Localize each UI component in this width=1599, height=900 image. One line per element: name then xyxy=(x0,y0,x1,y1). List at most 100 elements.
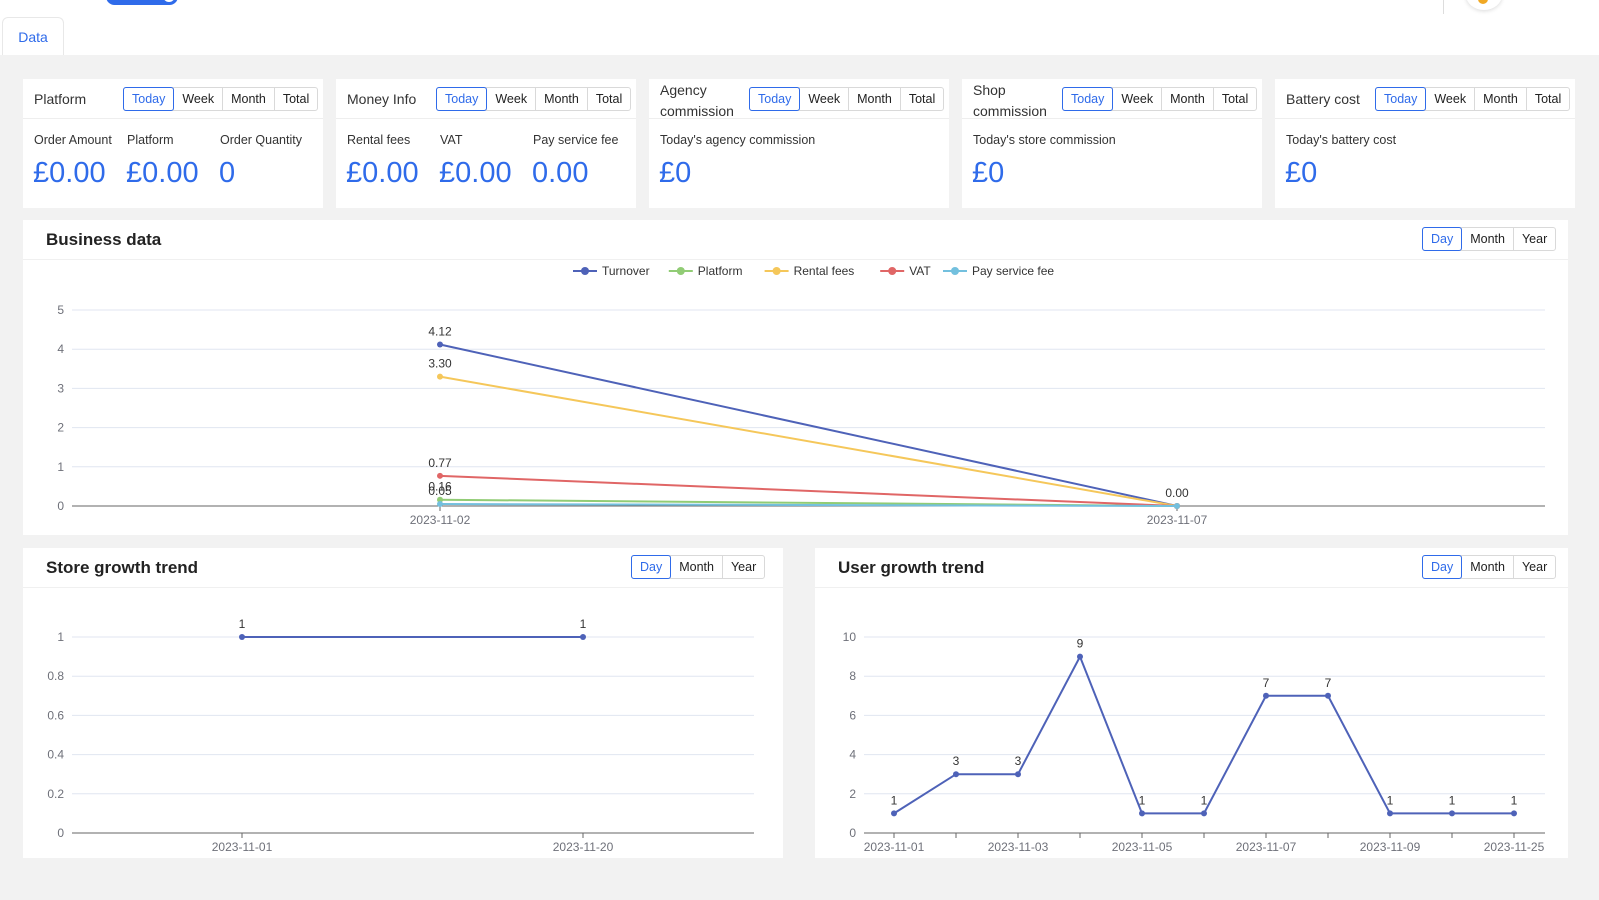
data-label: 1 xyxy=(580,617,587,631)
x-tick-label: 2023-11-03 xyxy=(988,840,1049,854)
data-point[interactable] xyxy=(1015,771,1021,778)
card-header: Battery cost Today Week Month Total xyxy=(1275,79,1575,119)
avatar[interactable] xyxy=(1466,0,1502,10)
data-label: 9 xyxy=(1077,637,1084,651)
summary-card: Shop commission Today Week Month Total Today'… xyxy=(962,79,1262,208)
x-tick-label: 2023-11-01 xyxy=(212,840,273,854)
stat-value: £0.00 xyxy=(346,157,419,189)
chart-panel: Business data Day Month Year 0 1 2 3 4 5 2023-11-0… xyxy=(23,220,1568,535)
legend-marker-icon xyxy=(581,267,589,275)
card-header: Money Info Today Week Month Total xyxy=(336,79,636,119)
x-tick-label: 2023-11-25 xyxy=(1484,840,1545,854)
data-point[interactable] xyxy=(1174,503,1180,509)
data-label: 3 xyxy=(1015,754,1022,768)
period-option-today[interactable]: Today xyxy=(435,87,488,111)
period-option-today[interactable]: Today xyxy=(748,87,801,111)
legend-label: VAT xyxy=(909,264,931,278)
period-option-total[interactable]: Total xyxy=(1212,88,1256,110)
legend-label: Turnover xyxy=(602,264,650,278)
legend-label: Pay service fee xyxy=(972,264,1054,278)
data-label: 3 xyxy=(953,754,960,768)
stat-value: £0.00 xyxy=(33,157,106,189)
period-option-month[interactable]: Month xyxy=(222,88,274,110)
period-option-month[interactable]: Month xyxy=(1161,88,1213,110)
data-point[interactable] xyxy=(1201,810,1207,817)
data-point[interactable] xyxy=(1077,653,1083,660)
legend-item[interactable]: Rental fees xyxy=(764,264,855,278)
series-line xyxy=(893,654,1514,815)
period-option-today[interactable]: Today xyxy=(1061,87,1114,111)
y-tick-label: 2 xyxy=(57,421,64,435)
line-chart: 0 2 4 6 8 10 2023-11-01 2023-11-03 2023-11-05 202… xyxy=(843,630,1545,854)
period-option-total[interactable]: Total xyxy=(586,88,630,110)
data-point[interactable] xyxy=(580,634,586,640)
data-label: 0.05 xyxy=(428,484,452,498)
period-option-week[interactable]: Week xyxy=(1425,88,1474,110)
period-option-today[interactable]: Today xyxy=(122,87,175,111)
series-line xyxy=(439,375,1178,507)
period-option-week[interactable]: Week xyxy=(799,88,848,110)
y-tick-label: 4 xyxy=(57,342,64,356)
period-selector: Today Week Month Total xyxy=(748,87,945,111)
data-point[interactable] xyxy=(437,501,443,508)
series-line xyxy=(439,343,1178,507)
data-point[interactable] xyxy=(1387,810,1393,817)
period-option-today[interactable]: Today xyxy=(1374,87,1427,111)
y-tick-label: 0 xyxy=(57,499,64,513)
data-point[interactable] xyxy=(1263,692,1269,699)
period-option-total[interactable]: Total xyxy=(273,88,317,110)
summary-card: Agency commission Today Week Month Total Toda… xyxy=(649,79,949,208)
period-option-total[interactable]: Total xyxy=(899,88,943,110)
data-point[interactable] xyxy=(239,634,245,640)
tab-data[interactable]: Data xyxy=(2,17,64,55)
y-tick-label: 4 xyxy=(849,748,856,762)
data-point[interactable] xyxy=(437,341,443,348)
y-tick-label: 0.8 xyxy=(47,669,64,683)
data-point[interactable] xyxy=(891,810,897,817)
top-bar: Data xyxy=(0,0,1599,55)
legend-item[interactable]: Pay service fee xyxy=(943,264,1054,278)
period-option-week[interactable]: Week xyxy=(173,88,222,110)
period-option-month[interactable]: Month xyxy=(1474,88,1526,110)
data-point[interactable] xyxy=(1139,810,1145,817)
y-tick-label: 0 xyxy=(57,826,64,840)
data-label: 1 xyxy=(1387,793,1394,807)
data-point[interactable] xyxy=(437,373,443,380)
legend-item[interactable]: Platform xyxy=(668,264,743,278)
data-point[interactable] xyxy=(1511,810,1517,817)
data-label: 0.77 xyxy=(428,456,452,470)
stat-value: 0 xyxy=(219,157,236,189)
legend-marker-icon xyxy=(888,267,897,275)
period-option-week[interactable]: Week xyxy=(486,88,535,110)
period-option-week[interactable]: Week xyxy=(1112,88,1161,110)
legend-item[interactable]: VAT xyxy=(880,264,931,278)
card-title: Agency commission xyxy=(660,82,734,119)
stat-value: £0 xyxy=(659,157,692,189)
period-option-month[interactable]: Month xyxy=(848,88,900,110)
period-selector: Today Week Month Total xyxy=(435,87,632,111)
stat-value: £0 xyxy=(1285,157,1318,189)
data-point[interactable] xyxy=(437,472,443,479)
toggle-switch[interactable] xyxy=(106,0,178,5)
legend-label: Platform xyxy=(698,264,743,278)
stat-value: £0.00 xyxy=(439,157,512,189)
stat-label: Order Quantity xyxy=(220,133,302,147)
data-label: 1 xyxy=(1511,793,1518,807)
data-label: 1 xyxy=(1201,793,1208,807)
data-point[interactable] xyxy=(1325,692,1331,699)
data-point[interactable] xyxy=(953,771,959,778)
data-point[interactable] xyxy=(1449,810,1455,817)
y-tick-label: 0 xyxy=(849,826,856,840)
y-tick-label: 5 xyxy=(57,303,64,317)
x-tick-label: 2023-11-01 xyxy=(864,840,925,854)
legend-item[interactable]: Turnover xyxy=(573,264,650,278)
x-tick-label: 2023-11-07 xyxy=(1236,840,1297,854)
period-option-month[interactable]: Month xyxy=(535,88,587,110)
data-label: 1 xyxy=(239,617,246,631)
line-chart: 0 0.2 0.4 0.6 0.8 1 2023-11-01 2023-11-20 1 1 xyxy=(47,617,754,854)
data-label: 7 xyxy=(1263,676,1270,690)
chart-panel: Store growth trend Day Month Year 0 0.2 0.4 0.6… xyxy=(23,548,783,858)
period-option-total[interactable]: Total xyxy=(1525,88,1569,110)
y-tick-label: 0.2 xyxy=(47,787,64,801)
summary-card: Money Info Today Week Month Total Rental fees… xyxy=(336,79,636,208)
